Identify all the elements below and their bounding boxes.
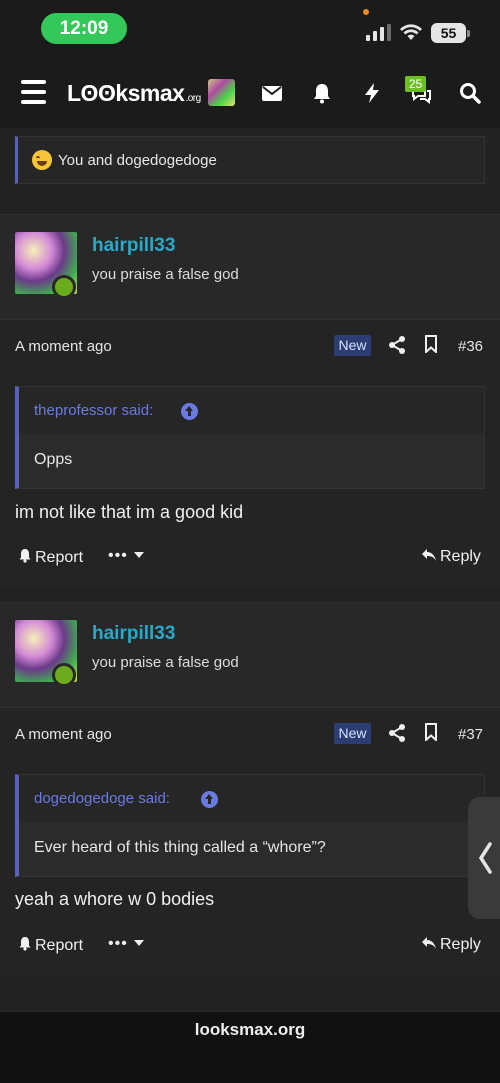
user-title: you praise a false god: [92, 266, 239, 283]
post-number[interactable]: #36: [458, 338, 483, 355]
post-user-header: hairpill33 you praise a false god: [0, 215, 500, 319]
online-status-icon: [52, 663, 76, 687]
report-button[interactable]: Report: [18, 936, 83, 955]
more-options-button[interactable]: •••: [108, 547, 144, 565]
bolt-icon[interactable]: [361, 82, 383, 104]
quote-block: dogedogedoge said: Ever heard of this th…: [15, 774, 485, 877]
url-text: looksmax.org: [194, 1020, 306, 1039]
cellular-signal-icon: [366, 24, 391, 41]
reply-arrow-icon: [422, 937, 436, 949]
top-navbar: Lʘʘksmax.org 25: [0, 58, 500, 128]
chevron-left-icon: [478, 842, 492, 874]
username-link[interactable]: hairpill33: [92, 623, 175, 645]
chevron-down-icon: [133, 940, 144, 946]
quote-text: Opps: [34, 451, 73, 468]
quote-body: Opps: [19, 434, 484, 488]
reactions-text: You and dogedogedoge: [58, 152, 217, 169]
share-icon[interactable]: [388, 335, 406, 355]
browser-url-bar[interactable]: looksmax.org: [0, 1011, 500, 1083]
post: hairpill33 you praise a false god A mome…: [0, 214, 500, 588]
arrow-up-circle-icon[interactable]: [201, 791, 218, 808]
post-meta: A moment ago New #37: [0, 707, 500, 759]
quote-author-link[interactable]: theprofessor said:: [34, 402, 153, 419]
bookmark-icon[interactable]: [424, 723, 438, 741]
bookmark-icon[interactable]: [424, 335, 438, 353]
post-number[interactable]: #37: [458, 726, 483, 743]
chevron-down-icon: [133, 552, 144, 558]
bell-icon: [19, 937, 31, 951]
post-time[interactable]: A moment ago: [15, 338, 112, 355]
new-badge: New: [334, 723, 371, 744]
quote-header: dogedogedoge said:: [19, 775, 484, 822]
username-link[interactable]: hairpill33: [92, 235, 175, 257]
post-time[interactable]: A moment ago: [15, 726, 112, 743]
search-icon[interactable]: [459, 82, 481, 104]
quote-author-link[interactable]: dogedogedoge said:: [34, 790, 170, 807]
reply-button[interactable]: Reply: [421, 548, 481, 566]
wifi-icon: [400, 24, 422, 40]
notification-count-badge: 25: [405, 76, 426, 92]
new-badge: New: [334, 335, 371, 356]
menu-icon[interactable]: [21, 80, 46, 104]
post-body: yeah a whore w 0 bodies: [15, 889, 215, 909]
side-drawer-tab[interactable]: [468, 797, 500, 919]
post-meta: A moment ago New #36: [0, 319, 500, 371]
user-title: you praise a false god: [92, 654, 239, 671]
battery-indicator: 55: [431, 23, 470, 43]
more-options-button[interactable]: •••: [108, 935, 144, 953]
share-icon[interactable]: [388, 723, 406, 743]
quote-header: theprofessor said:: [19, 387, 484, 434]
arrow-up-circle-icon[interactable]: [181, 403, 198, 420]
reply-button[interactable]: Reply: [421, 936, 481, 954]
laughing-emoji-icon: [32, 150, 52, 170]
status-time: 12:09: [41, 13, 127, 44]
mic-indicator: [363, 9, 369, 15]
report-button[interactable]: Report: [18, 548, 83, 567]
post-body: im not like that im a good kid: [15, 502, 244, 522]
quote-block: theprofessor said: Opps: [15, 386, 485, 489]
status-bar: 12:09 55: [0, 0, 500, 58]
bell-icon[interactable]: [311, 82, 333, 104]
post-user-header: hairpill33 you praise a false god: [0, 603, 500, 707]
online-status-icon: [52, 275, 76, 299]
reactions-summary[interactable]: You and dogedogedoge: [15, 136, 485, 184]
user-avatar[interactable]: [208, 79, 235, 106]
reply-arrow-icon: [422, 549, 436, 561]
site-logo[interactable]: Lʘʘksmax.org: [67, 80, 201, 107]
quote-text: Ever heard of this thing called a “whore…: [34, 839, 326, 856]
envelope-icon[interactable]: [261, 82, 283, 104]
quote-body: Ever heard of this thing called a “whore…: [19, 822, 484, 876]
post: hairpill33 you praise a false god A mome…: [0, 602, 500, 976]
bell-icon: [19, 549, 31, 563]
